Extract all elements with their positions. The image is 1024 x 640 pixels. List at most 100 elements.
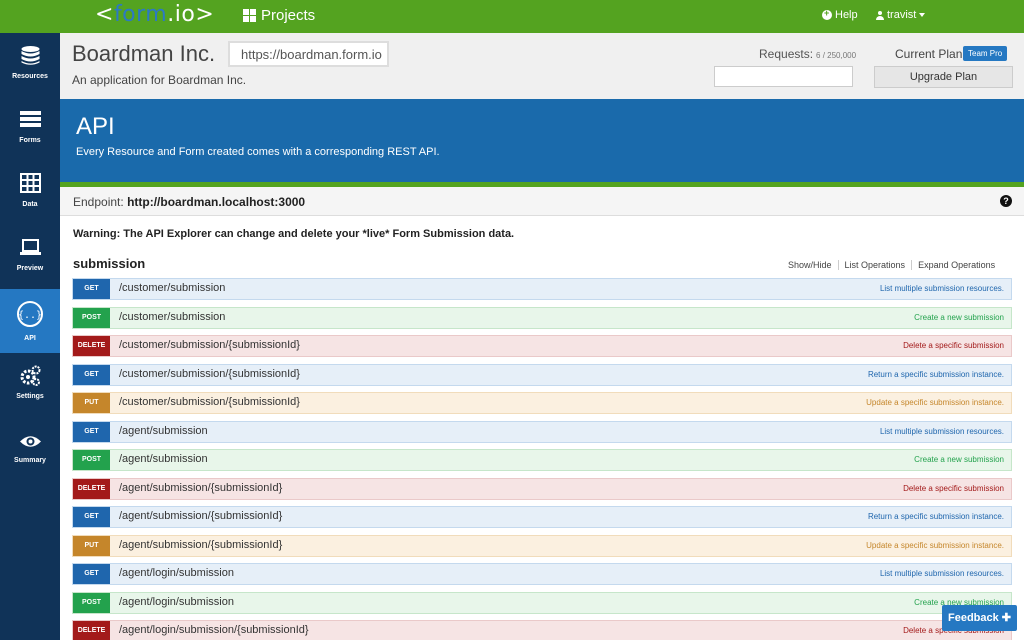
sidebar-item-label: Data — [22, 201, 38, 208]
sidebar-item-label: Settings — [16, 393, 44, 400]
operation-row[interactable]: GET/customer/submission List multiple sub… — [72, 278, 1012, 300]
feedback-button[interactable]: Feedback ✚ — [942, 605, 1017, 631]
section-title[interactable]: submission — [73, 256, 145, 271]
sidebar-item-preview[interactable]: Preview — [0, 225, 60, 289]
operation-path[interactable]: /customer/submission — [119, 282, 225, 294]
operation-description[interactable]: Delete a specific submission — [903, 484, 1004, 493]
operation-row[interactable]: PUT/agent/submission/{submissionId} Updat… — [72, 534, 1012, 557]
current-plan-label: Current Plan: — [895, 47, 966, 61]
laptop-icon — [20, 239, 41, 255]
sidebar-item-resources[interactable]: Resources — [0, 33, 60, 97]
operation-row[interactable]: POST/customer/submission Create a new sub… — [72, 306, 1012, 329]
list-operations-link[interactable]: List Operations — [837, 260, 912, 270]
gears-icon — [20, 365, 41, 386]
method-badge: GET — [73, 564, 110, 584]
operation-row[interactable]: PUT/customer/submission/{submissionId} Up… — [72, 392, 1012, 414]
projects-link[interactable]: Projects — [243, 7, 315, 24]
operation-row[interactable]: DELETE/customer/submission/{submissionId… — [72, 335, 1012, 357]
section-links: Show/Hide List Operations Expand Operati… — [782, 260, 1001, 270]
help-circle-icon — [822, 8, 832, 20]
grid-icon — [243, 9, 256, 22]
upgrade-plan-button[interactable]: Upgrade Plan — [874, 66, 1013, 88]
method-badge: GET — [73, 507, 110, 527]
sidebar-item-settings[interactable]: Settings — [0, 353, 60, 417]
table-icon — [20, 173, 41, 193]
sidebar-item-api[interactable]: {..} API — [0, 289, 60, 353]
operation-path[interactable]: /agent/login/submission — [119, 596, 234, 608]
endpoint: Endpoint: http://boardman.localhost:3000 — [73, 195, 305, 209]
project-header: Boardman Inc. https://boardman.form.io A… — [60, 33, 1024, 99]
help-label: Help — [835, 9, 858, 21]
operation-row[interactable]: GET/agent/submission List multiple submis… — [72, 420, 1012, 443]
sidebar-item-label: Resources — [12, 73, 48, 80]
operation-path[interactable]: /customer/submission/{submissionId} — [119, 396, 300, 408]
logo-close-bracket: > — [195, 2, 215, 27]
operation-path[interactable]: /agent/submission/{submissionId} — [119, 510, 282, 522]
plan-badge: Team Pro — [963, 46, 1008, 61]
operation-description[interactable]: Create a new submission — [914, 455, 1004, 464]
operation-row[interactable]: GET/agent/submission/{submissionId} Retur… — [72, 506, 1012, 528]
sidebar-item-summary[interactable]: Summary — [0, 417, 60, 481]
method-badge: POST — [73, 592, 110, 613]
operation-row[interactable]: POST/agent/login/submission Create a new … — [72, 591, 1012, 614]
operation-description[interactable]: List multiple submission resources. — [880, 284, 1004, 293]
operation-path[interactable]: /agent/login/submission/{submissionId} — [119, 624, 309, 636]
top-navbar: <form.io> Projects Help travist — [0, 0, 1024, 33]
project-title: Boardman Inc. — [72, 41, 216, 66]
operation-row[interactable]: DELETE/agent/login/submission/{submissio… — [72, 620, 1012, 640]
operation-row[interactable]: GET/agent/login/submission List multiple … — [72, 563, 1012, 585]
operation-description[interactable]: Create a new submission — [914, 313, 1004, 322]
question-icon[interactable]: ? — [1000, 195, 1012, 207]
operation-description[interactable]: Return a specific submission instance. — [868, 512, 1004, 521]
database-icon — [21, 46, 40, 65]
svg-text:{..}: {..} — [18, 310, 42, 321]
eye-icon — [20, 436, 41, 447]
feedback-label: Feedback — [947, 612, 999, 624]
requests-bar — [714, 66, 853, 87]
operation-description[interactable]: Return a specific submission instance. — [868, 370, 1004, 379]
logo-open-bracket: < — [95, 2, 114, 27]
operation-path[interactable]: /agent/submission — [119, 425, 208, 437]
plus-icon: ✚ — [1001, 612, 1012, 624]
requests-label: Requests: 6 / 250,000 — [759, 47, 856, 61]
operation-path[interactable]: /agent/submission/{submissionId} — [119, 482, 282, 494]
operation-path[interactable]: /customer/submission/{submissionId} — [119, 368, 300, 380]
operation-row[interactable]: GET/customer/submission/{submissionId} Re… — [72, 363, 1012, 386]
operation-path[interactable]: /agent/login/submission — [119, 567, 234, 579]
operation-description[interactable]: Update a specific submission instance. — [866, 541, 1004, 550]
user-icon — [876, 10, 884, 20]
operation-description[interactable]: Delete a specific submission — [903, 341, 1004, 350]
operation-path[interactable]: /agent/submission/{submissionId} — [119, 539, 282, 551]
operation-description[interactable]: List multiple submission resources. — [880, 427, 1004, 436]
logo-form-text: form — [113, 2, 168, 27]
operation-path[interactable]: /agent/submission — [119, 453, 208, 465]
expand-operations-link[interactable]: Expand Operations — [911, 260, 1001, 270]
endpoint-label: Endpoint: — [73, 195, 124, 209]
sidebar: Resources Forms Data Preview {..} API Se… — [0, 33, 60, 640]
operation-row[interactable]: POST/agent/submission Create a new submis… — [72, 449, 1012, 471]
method-badge: DELETE — [73, 478, 110, 499]
method-badge: PUT — [73, 535, 110, 556]
api-banner: API Every Resource and Form created come… — [60, 99, 1024, 182]
operation-path[interactable]: /customer/submission — [119, 311, 225, 323]
sidebar-item-data[interactable]: Data — [0, 161, 60, 225]
operation-description[interactable]: List multiple submission resources. — [880, 569, 1004, 578]
method-badge: GET — [73, 421, 110, 442]
operation-row[interactable]: DELETE/agent/submission/{submissionId} De… — [72, 477, 1012, 500]
show-hide-link[interactable]: Show/Hide — [782, 260, 838, 270]
method-badge: PUT — [73, 393, 110, 413]
caret-down-icon — [919, 13, 926, 17]
forms-icon — [20, 111, 41, 127]
method-badge: GET — [73, 279, 110, 299]
operation-description[interactable]: Update a specific submission instance. — [866, 398, 1004, 407]
operation-path[interactable]: /customer/submission/{submissionId} — [119, 339, 300, 351]
sidebar-item-forms[interactable]: Forms — [0, 97, 60, 161]
warning-message: Warning: The API Explorer can change and… — [73, 228, 515, 240]
sidebar-item-label: Preview — [16, 265, 44, 272]
user-menu[interactable]: travist — [876, 9, 926, 21]
requests-label-text: Requests: — [759, 47, 814, 61]
formio-logo[interactable]: <form.io> — [95, 2, 214, 27]
help-link[interactable]: Help — [822, 8, 858, 21]
api-icon: {..} — [17, 301, 43, 327]
project-url[interactable]: https://boardman.form.io — [228, 41, 389, 67]
